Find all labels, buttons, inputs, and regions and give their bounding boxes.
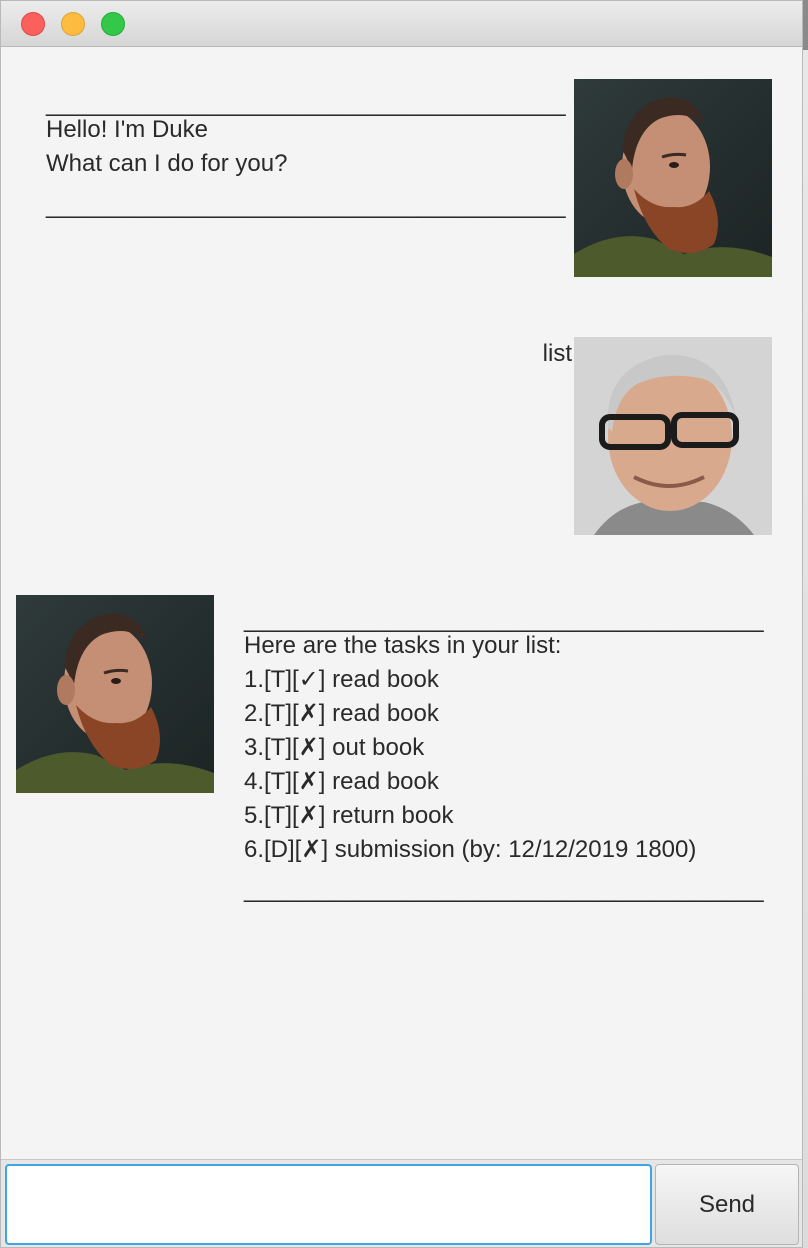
task-item: 4.[T][✗] read book xyxy=(244,768,439,795)
close-window-button[interactable] xyxy=(21,12,45,36)
minimize-window-button[interactable] xyxy=(61,12,85,36)
send-button[interactable]: Send xyxy=(655,1164,799,1245)
task-item: 2.[T][✗] read book xyxy=(244,700,439,727)
task-item: 1.[T][✓] read book xyxy=(244,666,439,693)
divider-line: ________________________________________… xyxy=(46,192,566,219)
user-message-text: list xyxy=(542,340,572,367)
maximize-window-button[interactable] xyxy=(101,12,125,36)
duke-avatar xyxy=(16,595,214,793)
message-line: Hello! I'm Duke xyxy=(46,116,208,143)
input-bar: Send xyxy=(1,1159,802,1247)
message-line: Here are the tasks in your list: xyxy=(244,632,562,659)
duke-chat-window: ________________________________________… xyxy=(0,0,803,1248)
message-input[interactable] xyxy=(5,1164,652,1245)
task-item: 3.[T][✗] out book xyxy=(244,734,425,761)
dialog-container[interactable]: ________________________________________… xyxy=(1,47,802,1159)
title-bar[interactable] xyxy=(1,1,802,47)
user-avatar xyxy=(574,337,772,535)
divider-line: ________________________________________… xyxy=(244,876,764,903)
task-item: 5.[T][✗] return book xyxy=(244,802,454,829)
message-line: What can I do for you? xyxy=(46,150,288,177)
task-item: 6.[D][✗] submission (by: 12/12/2019 1800… xyxy=(244,836,697,863)
duke-avatar xyxy=(574,79,772,277)
